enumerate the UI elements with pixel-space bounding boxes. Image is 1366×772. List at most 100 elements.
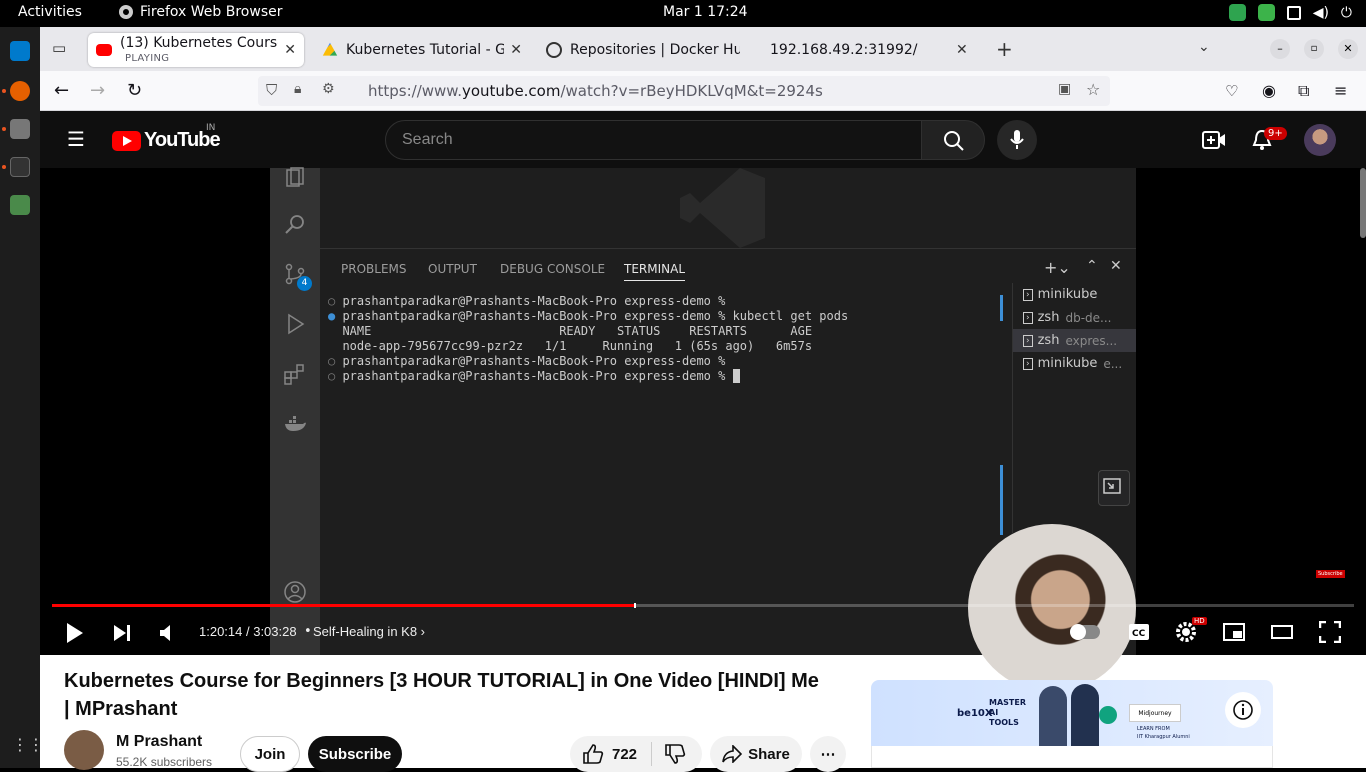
voice-search-button[interactable] bbox=[997, 120, 1037, 160]
tab-docker-hub[interactable]: Repositories | Docker Hu bbox=[538, 33, 754, 67]
progress-scrubber[interactable] bbox=[633, 603, 636, 608]
vscode-activity-bar: 4 bbox=[270, 167, 320, 655]
reload-icon[interactable]: ↻ bbox=[127, 81, 142, 101]
terminal-list-item: › minikube e... bbox=[1013, 352, 1136, 375]
url-text[interactable]: https://www.youtube.com/watch?v=rBeyHDKL… bbox=[368, 82, 823, 100]
volume-icon[interactable]: ◀) bbox=[1313, 5, 1329, 21]
app-name: Firefox Web Browser bbox=[140, 4, 283, 20]
minimize-button[interactable]: – bbox=[1270, 39, 1290, 59]
bookmark-star-icon[interactable]: ☆ bbox=[1086, 80, 1100, 99]
tab-close-icon[interactable]: ✕ bbox=[284, 42, 296, 58]
subscriber-count: 55.2K subscribers bbox=[116, 755, 213, 769]
menu-icon[interactable]: ≡ bbox=[1334, 81, 1347, 101]
like-count[interactable]: 722 bbox=[612, 746, 637, 763]
pocket-icon[interactable]: ♡ bbox=[1225, 81, 1238, 101]
share-button[interactable]: Share bbox=[710, 736, 802, 772]
restore-button[interactable]: ▫ bbox=[1304, 39, 1324, 59]
more-dots-icon: ⋯ bbox=[820, 746, 836, 763]
ad-info-button[interactable] bbox=[1225, 692, 1261, 728]
sponsored-banner[interactable]: be10X MASTER AI TOOLS Midjourney LEARN F… bbox=[871, 680, 1273, 746]
tab-minikube-service[interactable]: 192.168.49.2:31992/ ✕ bbox=[762, 33, 978, 67]
permissions-icon[interactable]: ⚙ bbox=[322, 81, 335, 97]
chapter-title[interactable]: Self-Healing in K8 › bbox=[313, 624, 425, 639]
dislike-icon[interactable] bbox=[664, 744, 686, 764]
info-icon bbox=[1233, 700, 1253, 720]
guide-menu-icon[interactable]: ☰ bbox=[67, 129, 85, 149]
subscribe-button[interactable]: Subscribe bbox=[308, 736, 402, 772]
captions-icon[interactable]: CC bbox=[1128, 623, 1150, 641]
activities-button[interactable]: Activities bbox=[18, 4, 82, 20]
back-icon[interactable]: ← bbox=[54, 81, 69, 101]
youtube-logo[interactable]: YouTube IN bbox=[112, 123, 221, 152]
vscode-icon[interactable] bbox=[10, 41, 30, 61]
trash-icon[interactable] bbox=[10, 195, 30, 215]
tab-title: Repositories | Docker Hu bbox=[570, 42, 740, 58]
search-input[interactable] bbox=[402, 131, 902, 149]
scroll-marker bbox=[1000, 465, 1003, 535]
power-icon[interactable]: ⏻ bbox=[1341, 5, 1352, 21]
autoplay-toggle[interactable] bbox=[1070, 624, 1100, 640]
files-icon[interactable] bbox=[10, 119, 30, 139]
create-video-icon[interactable] bbox=[1202, 130, 1226, 150]
like-icon[interactable] bbox=[582, 744, 604, 764]
shield-check-icon[interactable] bbox=[1228, 4, 1246, 21]
chatgpt-logo-icon bbox=[1099, 706, 1117, 724]
ad-alumni: IIT Kharagpur Alumni bbox=[1137, 734, 1190, 740]
more-actions-button[interactable]: ⋯ bbox=[810, 736, 846, 772]
panel-tab-output: OUTPUT bbox=[428, 262, 477, 276]
tracking-shield-icon[interactable]: ⛉ bbox=[266, 81, 277, 99]
terminal-line: ○ prashantparadkar@Prashants-MacBook-Pro… bbox=[328, 294, 726, 308]
subscribe-watermark: Subscribe bbox=[1316, 570, 1345, 578]
video-player[interactable]: 4 PROBLEMS OUTPUT DEBUG CONSOLE TERMINAL… bbox=[40, 167, 1366, 692]
ad-learn-from: LEARN FROM bbox=[1137, 726, 1170, 732]
terminal-float-icon bbox=[1098, 470, 1130, 506]
drive-favicon bbox=[322, 42, 338, 56]
terminal-line: ● prashantparadkar@Prashants-MacBook-Pro… bbox=[328, 309, 849, 323]
account-icon[interactable]: ◉ bbox=[1262, 81, 1276, 101]
editor-area bbox=[320, 168, 1136, 249]
running-indicator bbox=[2, 127, 6, 131]
user-avatar[interactable] bbox=[1304, 124, 1336, 156]
tab-kubernetes-tutorial[interactable]: Kubernetes Tutorial - Goo ✕ bbox=[314, 33, 530, 67]
lock-icon[interactable]: 🔒︎ bbox=[294, 81, 301, 97]
network-icon[interactable] bbox=[1286, 5, 1301, 20]
tab-close-icon[interactable]: ✕ bbox=[956, 42, 968, 58]
terminal-list-item: › minikube bbox=[1013, 283, 1136, 306]
extensions-icon[interactable]: ⧉ bbox=[1298, 81, 1309, 101]
forward-icon[interactable]: → bbox=[90, 81, 105, 101]
channel-name[interactable]: M Prashant bbox=[116, 733, 202, 751]
page-scrollbar[interactable] bbox=[1360, 168, 1366, 768]
country-code: IN bbox=[206, 123, 216, 133]
dock: ⋮⋮ bbox=[0, 27, 44, 768]
search-box[interactable] bbox=[385, 120, 922, 160]
firefox-view-icon[interactable]: ▭ bbox=[52, 39, 66, 57]
chapter-separator: • bbox=[304, 624, 312, 639]
picture-in-picture-icon[interactable]: ▣ bbox=[1058, 81, 1071, 97]
next-icon[interactable] bbox=[112, 623, 132, 643]
close-window-button[interactable]: ✕ bbox=[1338, 39, 1358, 59]
tab-strip: ▭ (13) Kubernetes Course f PLAYING ✕ Kub… bbox=[40, 27, 1366, 71]
app-menu[interactable]: Firefox Web Browser bbox=[118, 4, 283, 20]
open-terminal-icon bbox=[1103, 478, 1121, 494]
channel-avatar[interactable] bbox=[64, 730, 104, 770]
presenter-webcam bbox=[968, 524, 1136, 692]
progress-bar[interactable] bbox=[52, 603, 1354, 608]
url-bar[interactable]: ⛉ 🔒︎ ⚙ https://www.youtube.com/watch?v=r… bbox=[258, 76, 1110, 106]
list-tabs-chevron-icon[interactable]: ⌄ bbox=[1198, 39, 1210, 55]
new-tab-button[interactable]: + bbox=[996, 37, 1013, 61]
tab-youtube[interactable]: (13) Kubernetes Course f PLAYING ✕ bbox=[88, 33, 304, 67]
miniplayer-icon[interactable] bbox=[1223, 623, 1245, 641]
firefox-dock-icon[interactable] bbox=[10, 81, 30, 101]
update-check-icon[interactable] bbox=[1257, 4, 1275, 21]
theater-mode-icon[interactable] bbox=[1271, 624, 1293, 640]
search-button[interactable] bbox=[921, 120, 985, 160]
volume-muted-icon[interactable] bbox=[158, 623, 178, 643]
play-icon[interactable] bbox=[64, 622, 84, 644]
clock[interactable]: Mar 1 17:24 bbox=[663, 4, 748, 20]
search-icon bbox=[944, 131, 964, 151]
terminal-icon[interactable] bbox=[10, 157, 30, 177]
system-tray[interactable]: ◀) ⏻ bbox=[1228, 4, 1352, 21]
tab-close-icon[interactable]: ✕ bbox=[510, 42, 522, 58]
join-button[interactable]: Join bbox=[240, 736, 300, 772]
fullscreen-icon[interactable] bbox=[1319, 621, 1341, 643]
